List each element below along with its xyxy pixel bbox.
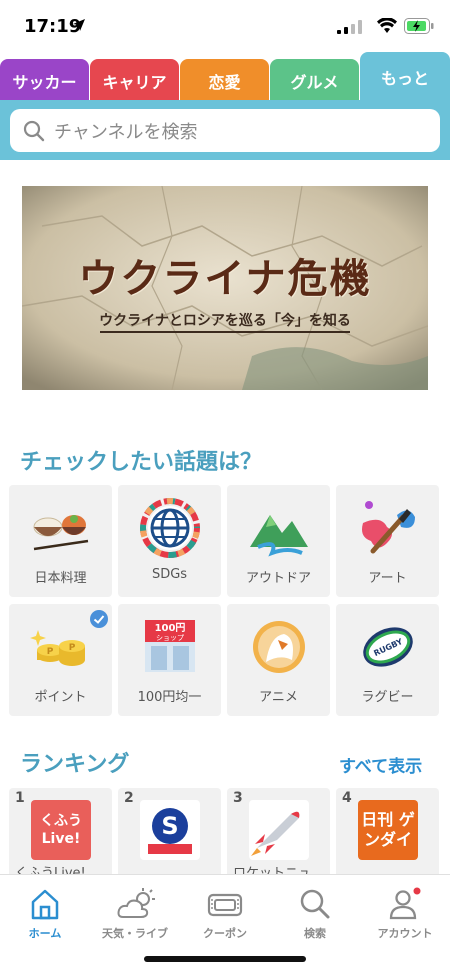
topic-label: ラグビー — [361, 690, 414, 705]
sdgs-globe-icon — [140, 498, 200, 558]
nav-home[interactable]: ホーム — [0, 881, 90, 941]
search-placeholder: チャンネルを検索 — [54, 121, 198, 143]
logo-text: S — [161, 812, 178, 840]
channel-logo — [249, 800, 309, 860]
logo-text: 日刊 ゲンダイ — [361, 810, 415, 849]
category-tabs: サッカー キャリア 恋愛 グルメ もっと — [0, 52, 450, 102]
rank-number: 4 — [342, 790, 352, 806]
paint-brush-icon — [362, 501, 415, 554]
rank-number: 3 — [233, 790, 243, 806]
tab-gourmet[interactable]: グルメ — [270, 59, 359, 102]
nav-label: ホーム — [28, 927, 62, 940]
rank-number: 1 — [15, 790, 25, 806]
search-icon — [300, 889, 330, 919]
wifi-icon — [377, 18, 397, 33]
battery-charging-icon — [404, 18, 434, 34]
feature-banner[interactable]: ウクライナ危機 ウクライナとロシアを巡る「今」を知る — [22, 186, 428, 390]
tab-soccer[interactable]: サッカー — [0, 59, 89, 102]
ranking-heading: ランキング — [20, 752, 130, 777]
anime-icon — [253, 621, 305, 673]
ranking-item[interactable]: 2 S — [118, 788, 221, 878]
home-icon — [31, 889, 59, 920]
ranking-item[interactable]: 4 日刊 ゲンダイ — [336, 788, 439, 878]
search-bar-area: チャンネルを検索 — [0, 100, 450, 160]
banner-title: ウクライナ危機 — [78, 255, 372, 302]
topic-points[interactable]: P P ポイント — [9, 604, 112, 716]
nav-weather-live[interactable]: 天気・ライブ — [90, 881, 180, 941]
weather-icon — [117, 888, 155, 918]
topic-outdoor[interactable]: アウトドア — [227, 485, 330, 597]
rugby-ball-icon: RUGBY — [363, 627, 413, 667]
channel-logo: 日刊 ゲンダイ — [358, 800, 418, 860]
topic-sdgs[interactable]: SDGs — [118, 485, 221, 597]
topic-label: アニメ — [259, 690, 298, 705]
search-icon — [23, 120, 45, 141]
banner-underline — [100, 331, 350, 333]
nav-label: クーポン — [203, 927, 247, 940]
japanese-food-icon — [33, 515, 89, 551]
coins-icon: P P — [30, 630, 85, 666]
tab-label: キャリア — [102, 72, 167, 92]
mountain-icon — [250, 515, 308, 557]
notification-badge-icon — [413, 887, 421, 895]
account-icon — [389, 887, 421, 920]
home-indicator — [144, 956, 306, 962]
nav-search[interactable]: 検索 — [270, 881, 360, 941]
svg-text:P: P — [47, 647, 54, 657]
nav-label: 天気・ライブ — [102, 927, 168, 940]
svg-text:100円: 100円 — [155, 622, 186, 634]
nav-account[interactable]: アカウント — [360, 881, 450, 941]
tab-more[interactable]: もっと — [360, 52, 450, 102]
topic-100yen[interactable]: 100円 ショップ 100円均一 — [118, 604, 221, 716]
topic-label: ポイント — [34, 690, 87, 705]
topic-art[interactable]: アート — [336, 485, 439, 597]
topics-heading: チェックしたい話題は？ — [20, 450, 263, 475]
channel-search-input[interactable]: チャンネルを検索 — [10, 109, 440, 152]
topic-anime[interactable]: アニメ — [227, 604, 330, 716]
tab-label: 恋愛 — [208, 72, 241, 92]
svg-text:P: P — [69, 643, 76, 653]
see-all-link[interactable]: すべて表示 — [339, 752, 422, 777]
hundred-yen-shop-icon: 100円 ショップ — [145, 620, 195, 672]
topic-label: SDGs — [151, 567, 188, 582]
nav-coupon[interactable]: クーポン — [180, 881, 270, 941]
status-bar: 17:19 — [0, 0, 450, 52]
topic-label: アート — [368, 571, 407, 586]
rank-number: 2 — [124, 790, 134, 806]
channel-logo: S — [140, 800, 200, 860]
nav-label: アカウント — [377, 927, 433, 940]
nav-label: 検索 — [304, 927, 326, 940]
topic-rugby[interactable]: RUGBY ラグビー — [336, 604, 439, 716]
tab-romance[interactable]: 恋愛 — [180, 59, 269, 102]
topic-label: アウトドア — [245, 571, 311, 586]
location-arrow-icon — [73, 19, 85, 31]
topic-label: 日本料理 — [34, 571, 87, 586]
svg-text:ショップ: ショップ — [156, 634, 184, 642]
ranking-item[interactable]: 3 ロケットニュ — [227, 788, 330, 878]
topic-label: 100円均一 — [137, 690, 202, 705]
channel-logo: くふう Live! — [31, 800, 91, 860]
logo-text: くふう Live! — [40, 813, 82, 847]
tab-label: グルメ — [290, 72, 339, 92]
tab-label: もっと — [380, 69, 429, 88]
topic-japanese-food[interactable]: 日本料理 — [9, 485, 112, 597]
tab-career[interactable]: キャリア — [90, 59, 179, 102]
coupon-icon — [207, 893, 243, 917]
ranking-item[interactable]: 1 くふう Live! くふうLive! — [9, 788, 112, 878]
tab-label: サッカー — [12, 72, 77, 92]
banner-subtitle: ウクライナとロシアを巡る「今」を知る — [99, 313, 351, 329]
cellular-signal-icon — [337, 20, 362, 34]
selected-check-icon — [90, 610, 108, 628]
